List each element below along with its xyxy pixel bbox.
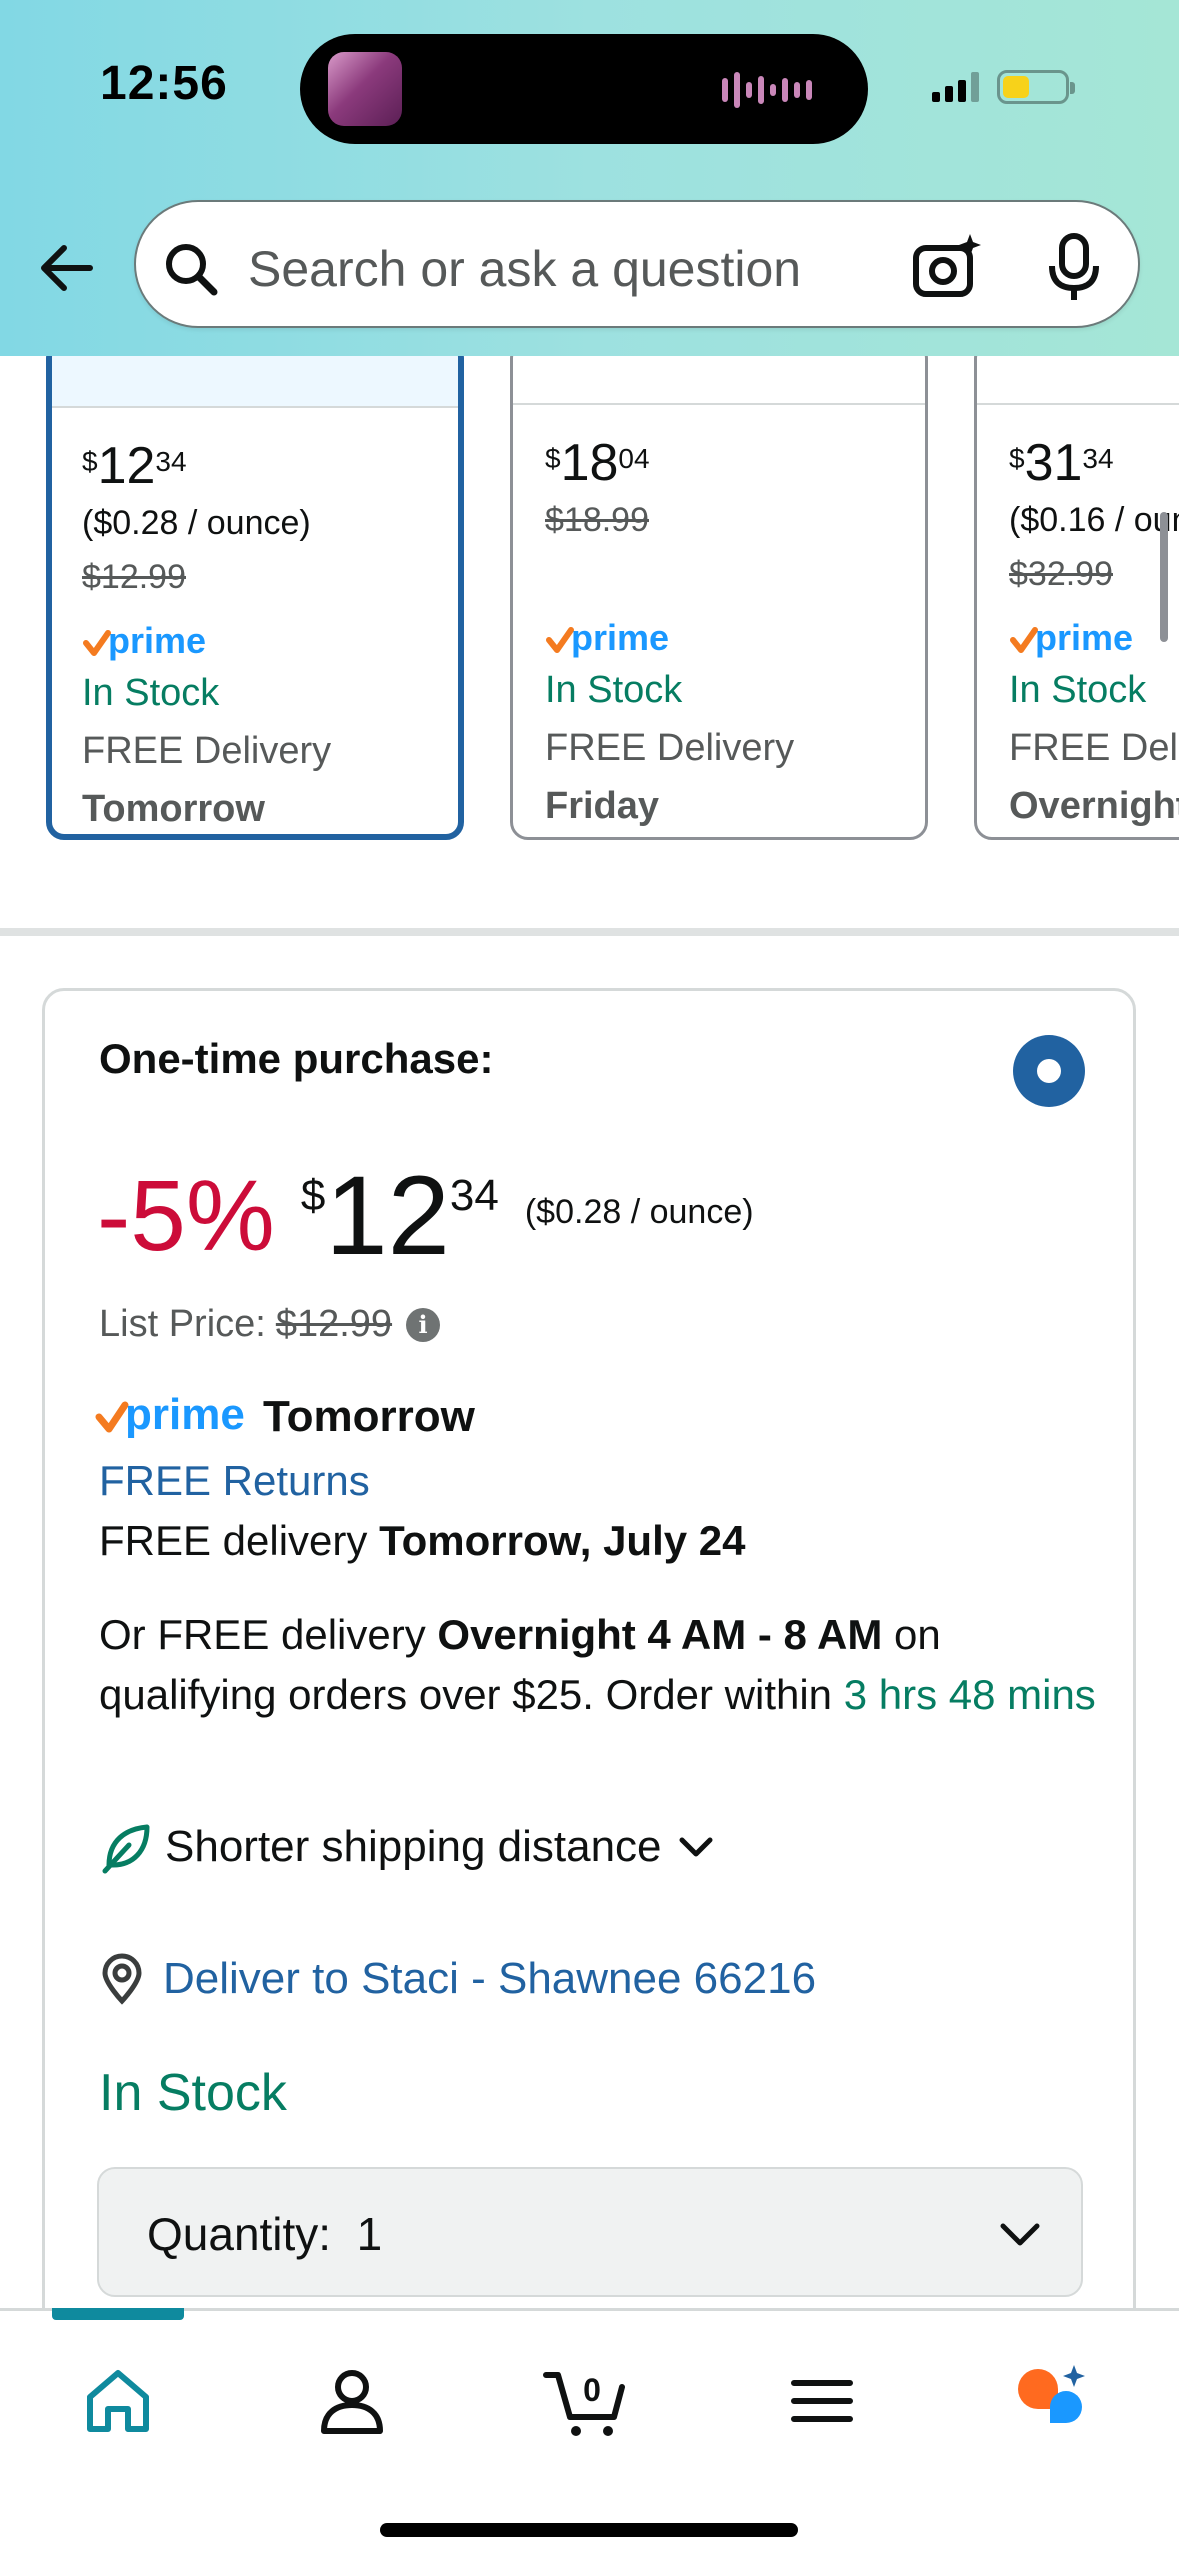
prime-delivery-day: Tomorrow bbox=[263, 1392, 475, 1441]
top-header: 12:56 Search or ask a question bbox=[0, 0, 1179, 356]
status-indicators bbox=[932, 70, 1075, 104]
microphone-icon[interactable] bbox=[1044, 232, 1104, 302]
option-delivery-day: Friday bbox=[545, 785, 660, 827]
shipping-distance-toggle[interactable]: Shorter shipping distance bbox=[99, 1819, 716, 1875]
size-option-card-2[interactable]: $18 04 $18.99 prime In Stock FREE Deliver… bbox=[510, 340, 928, 840]
svg-text:prime: prime bbox=[125, 1391, 245, 1439]
cart-button[interactable]: 0 bbox=[542, 2361, 632, 2441]
quantity-value: 1 bbox=[356, 2208, 383, 2260]
free-returns-link[interactable]: FREE Returns bbox=[99, 1457, 370, 1505]
option-delivery-day: Tomorrow bbox=[82, 788, 265, 830]
size-option-card-1[interactable]: $12 34 ($0.28 / ounce) $12.99 prime In St… bbox=[46, 340, 464, 840]
section-divider bbox=[0, 928, 1179, 936]
quantity-dropdown[interactable]: Quantity: 1 bbox=[97, 2167, 1083, 2297]
info-icon[interactable]: i bbox=[406, 1307, 441, 1342]
unit-price: ($0.28 / ounce) bbox=[524, 1193, 754, 1231]
purchase-option-label: One-time purchase: bbox=[99, 1035, 494, 1082]
svg-text:prime: prime bbox=[571, 618, 669, 658]
search-icon bbox=[166, 244, 218, 296]
option-unit-price bbox=[545, 557, 925, 611]
option-availability: In Stock bbox=[82, 672, 220, 714]
order-countdown: 3 hrs 48 mins bbox=[843, 1671, 1096, 1718]
status-time: 12:56 bbox=[100, 57, 228, 110]
cart-icon: 0 bbox=[543, 2372, 625, 2436]
shipping-distance-label: Shorter shipping distance bbox=[165, 1822, 662, 1871]
bottom-navigation: 0 bbox=[0, 2308, 1179, 2556]
chevron-down-icon bbox=[1000, 2223, 1040, 2246]
prime-logo-icon: prime bbox=[545, 611, 925, 669]
price-currency: $ bbox=[300, 1171, 326, 1220]
prime-delivery-row: prime Tomorrow bbox=[95, 1391, 475, 1443]
option-delivery-label: FREE Delivery bbox=[545, 727, 795, 769]
list-price-label: List Price: bbox=[99, 1303, 266, 1345]
svg-text:prime: prime bbox=[1035, 618, 1133, 658]
list-price-value: $12.99 bbox=[275, 1303, 393, 1345]
now-playing-artwork bbox=[328, 52, 402, 126]
size-option-card-3[interactable]: $3134 ($0.16 / ounce) $32.99 prime In St… bbox=[974, 340, 1179, 840]
search-bar[interactable]: Search or ask a question bbox=[134, 200, 1140, 328]
price-fraction: 34 bbox=[449, 1171, 499, 1220]
chevron-down-icon bbox=[679, 1837, 713, 1857]
cart-count: 0 bbox=[583, 2372, 601, 2408]
prime-logo-icon: prime bbox=[1009, 611, 1179, 669]
free-delivery-info: FREE delivery Tomorrow, July 24 bbox=[99, 1517, 746, 1564]
option-list-price: $18.99 bbox=[545, 501, 649, 539]
home-icon[interactable] bbox=[78, 2361, 158, 2441]
price-block: -5% $ 12 34 ($0.28 / ounce) bbox=[97, 1153, 754, 1278]
svg-text:prime: prime bbox=[108, 621, 206, 661]
home-indicator[interactable] bbox=[380, 2523, 798, 2537]
back-arrow-icon[interactable] bbox=[36, 236, 100, 300]
size-options-carousel[interactable]: $12 34 ($0.28 / ounce) $12.99 prime In St… bbox=[0, 300, 1179, 890]
availability-status: In Stock bbox=[99, 2064, 287, 2122]
scrollbar[interactable] bbox=[1160, 512, 1168, 642]
search-input[interactable]: Search or ask a question bbox=[248, 240, 801, 298]
menu-icon[interactable] bbox=[782, 2361, 862, 2441]
cellular-signal-icon bbox=[932, 72, 979, 102]
discount-percent: -5% bbox=[97, 1160, 275, 1272]
list-price: List Price: $12.99 i bbox=[99, 1303, 441, 1346]
dynamic-island[interactable] bbox=[300, 34, 868, 144]
option-delivery-label: FREE Delivery bbox=[82, 730, 332, 772]
fastest-delivery-info: Or FREE delivery Overnight 4 AM - 8 AM o… bbox=[99, 1611, 1096, 1718]
account-icon[interactable] bbox=[312, 2361, 392, 2441]
active-tab-indicator bbox=[52, 2308, 184, 2320]
camera-search-icon[interactable] bbox=[912, 232, 982, 302]
one-time-purchase-box[interactable]: One-time purchase: -5% $ 12 34 ($0.28 / … bbox=[42, 988, 1136, 2448]
option-unit-price: ($0.28 / ounce) bbox=[82, 504, 311, 542]
rufus-ai-icon[interactable] bbox=[1010, 2361, 1090, 2441]
prime-logo-icon: prime bbox=[82, 614, 458, 672]
price-whole: 12 bbox=[325, 1153, 450, 1278]
option-price: $12 34 bbox=[82, 437, 187, 495]
quantity-label: Quantity: 1 bbox=[147, 2208, 383, 2260]
prime-logo-icon: prime bbox=[95, 1391, 245, 1439]
option-delivery-day: Overnight bbox=[1009, 785, 1179, 827]
location-pin-icon bbox=[102, 1953, 142, 2005]
option-availability: In Stock bbox=[1009, 669, 1147, 711]
option-list-price: $32.99 bbox=[1009, 555, 1113, 593]
option-availability: In Stock bbox=[545, 669, 683, 711]
option-list-price: $12.99 bbox=[82, 558, 186, 596]
option-price: $18 04 bbox=[545, 434, 650, 492]
audio-waveform-icon bbox=[722, 72, 812, 108]
purchase-option-radio[interactable] bbox=[1013, 1035, 1085, 1107]
deliver-to-location[interactable]: Deliver to Staci - Shawnee 66216 bbox=[99, 1953, 816, 2005]
option-delivery-label: FREE Delivery bbox=[1009, 727, 1179, 769]
leaf-icon bbox=[102, 1824, 150, 1874]
deliver-to-text: Deliver to Staci - Shawnee 66216 bbox=[163, 1954, 817, 2003]
option-unit-price: ($0.16 / ounce) bbox=[1009, 501, 1179, 539]
battery-icon bbox=[997, 70, 1075, 104]
option-price: $31 34 bbox=[1009, 434, 1114, 492]
